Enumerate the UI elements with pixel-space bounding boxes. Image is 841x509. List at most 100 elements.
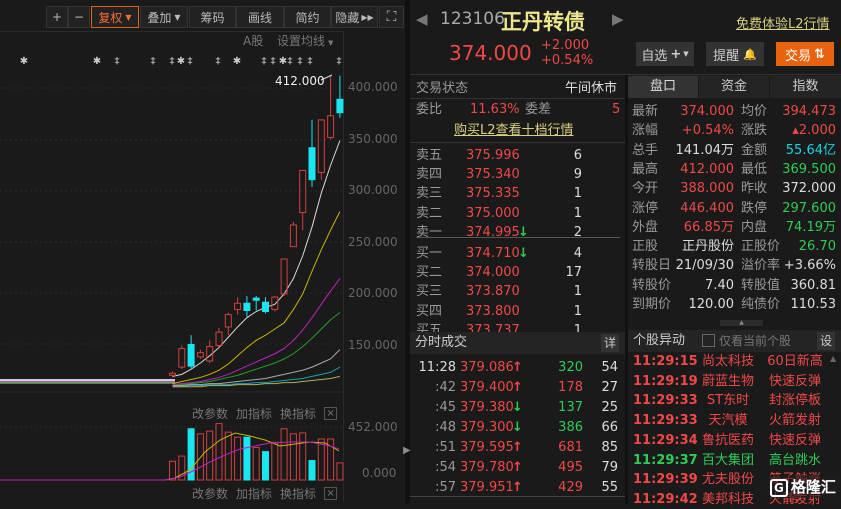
alert-time[interactable]: 11:29:34 [633,431,698,450]
alert-stock[interactable]: 美邦科技 [697,490,759,509]
stat-value: +0.54% [681,123,734,139]
tab-index[interactable]: 指数 [770,76,841,98]
alert-button[interactable]: 提醒 🔔 [706,42,764,66]
close-icon[interactable]: × [324,407,338,420]
trades-detail-button[interactable]: 详 [601,334,619,352]
add-indicator-button[interactable]: 加指标 [236,405,272,422]
alert-stock[interactable]: ST东时 [697,391,759,410]
expand-handle[interactable]: ▲ [720,320,763,326]
trade-count: 79 [601,460,618,475]
stat-value: 141.04万 [675,142,735,158]
trade-time: :54 [435,460,456,475]
change-params-button[interactable]: 改参数 [192,485,228,502]
book-volume: 1 [573,186,582,202]
alert-time[interactable]: 11:29:19 [633,372,698,391]
trade-label: 交易 [785,48,812,64]
book-volume: 1 [573,205,582,221]
event-marker-icon: ‡ [298,56,303,67]
trade-price: 379.086 [460,360,514,375]
scroll-up-icon[interactable]: ▲ [830,354,836,363]
candle-body [224,314,232,328]
trade-volume: 178 [558,380,583,395]
book-level-label: 买四 [416,303,443,319]
stat-value: 74.19万 [785,219,836,235]
volume-bar [336,462,344,481]
book-level-label: 卖一 [416,224,443,240]
trade-volume: 681 [558,440,583,455]
only-current-checkbox[interactable] [702,334,715,347]
book-level-label: 卖五 [416,148,443,163]
alert-time[interactable]: 11:29:37 [633,451,698,470]
book-price: 375.000 [466,205,520,221]
trade-count: 54 [601,360,618,375]
alert-time[interactable]: 11:29:33 [633,411,698,430]
kline-chart[interactable]: ✱ ✱ ‡ ‡ ‡ ✱ ‡ ‡ ✱ ‡ ‡ ✱ ‡ ‡ ‡ ‡ [0,0,405,504]
alert-stock[interactable]: 蔚蓝生物 [697,372,759,391]
candle-body [271,296,279,310]
switch-indicator-button[interactable]: 换指标 [280,405,316,422]
up-arrow-icon: ↑ [512,440,523,455]
trade-price: 379.951 [460,480,514,495]
l2-trial-link[interactable]: 免费体验L2行情 [736,13,830,32]
column-divider [625,75,628,504]
prev-stock-arrow-icon[interactable]: ◀ [416,10,428,28]
alert-time[interactable]: 11:29:42 [633,490,698,509]
alert-event[interactable]: 60日新高 [763,352,827,371]
alert-stock[interactable]: 百大集团 [697,451,759,470]
alert-stock[interactable]: 尚太科技 [697,352,759,371]
divider [410,142,625,143]
alert-stock[interactable]: 天汽模 [697,411,759,430]
watchlist-button[interactable]: 自选 + ▼ [636,42,694,66]
volume-bar [262,451,269,481]
trade-count: 27 [601,380,618,395]
book-level-label: 卖二 [416,205,443,221]
alert-time[interactable]: 11:29:39 [633,470,698,489]
price-change-pct: +0.54% [541,53,594,68]
add-indicator-button[interactable]: 加指标 [236,485,272,502]
trade-volume: 386 [558,420,583,435]
event-marker-icon: ‡ [288,56,293,67]
book-level-label: 卖四 [416,167,443,183]
alert-stock[interactable]: 尤夫股份 [697,470,759,489]
alert-event[interactable]: 封涨停板 [763,391,827,410]
stat-value: 388.000 [680,181,734,197]
alert-event[interactable]: 火箭发射 [763,411,827,430]
alert-time[interactable]: 11:29:33 [633,391,698,410]
stat-value: 21/09/30 [675,258,734,274]
alert-time[interactable]: 11:29:15 [633,352,698,371]
stat-label: 均价 [741,104,768,119]
alert-stock[interactable]: 鲁抗医药 [697,431,759,450]
alert-event[interactable]: 快速反弹 [763,431,827,450]
event-marker-icon: ‡ [170,56,175,67]
book-level-label: 买三 [416,284,443,300]
stat-value: ▴2.000 [792,123,836,139]
next-stock-arrow-icon[interactable]: ▶ [612,10,624,28]
book-price: 375.996 [466,148,520,163]
tab-funds[interactable]: 资金 [699,76,769,98]
book-divider [416,237,620,238]
stat-value: 66.85万 [683,219,734,235]
bell-icon: 🔔 [743,47,757,61]
tab-pankou[interactable]: 盘口 [628,76,698,98]
trade-price: 379.380 [460,400,514,415]
alert-event[interactable]: 快速反弹 [763,372,827,391]
trade-button[interactable]: 交易 ⇅ [776,42,834,66]
panel-splitter[interactable] [405,0,410,504]
alerts-settings-button[interactable]: 设 [817,332,835,350]
change-params-button[interactable]: 改参数 [192,405,228,422]
stat-value: 394.473 [782,104,836,119]
stat-value: 55.64亿 [785,142,836,158]
trade-time: :51 [435,440,456,455]
book-price: 374.000 [466,265,520,281]
close-icon[interactable]: × [324,487,338,500]
event-marker-icon: ✱ [20,56,28,67]
event-marker-icon: ‡ [151,56,156,67]
moving-average-line [172,366,341,388]
trade-volume: 137 [558,400,583,415]
candle-body [243,302,251,311]
alert-event[interactable]: 高台跳水 [763,451,827,470]
stat-value: 7.40 [705,277,734,293]
up-arrow-icon: ↑ [512,380,523,395]
switch-indicator-button[interactable]: 换指标 [280,485,316,502]
buy-l2-link[interactable]: 购买L2查看十档行情 [454,121,574,140]
